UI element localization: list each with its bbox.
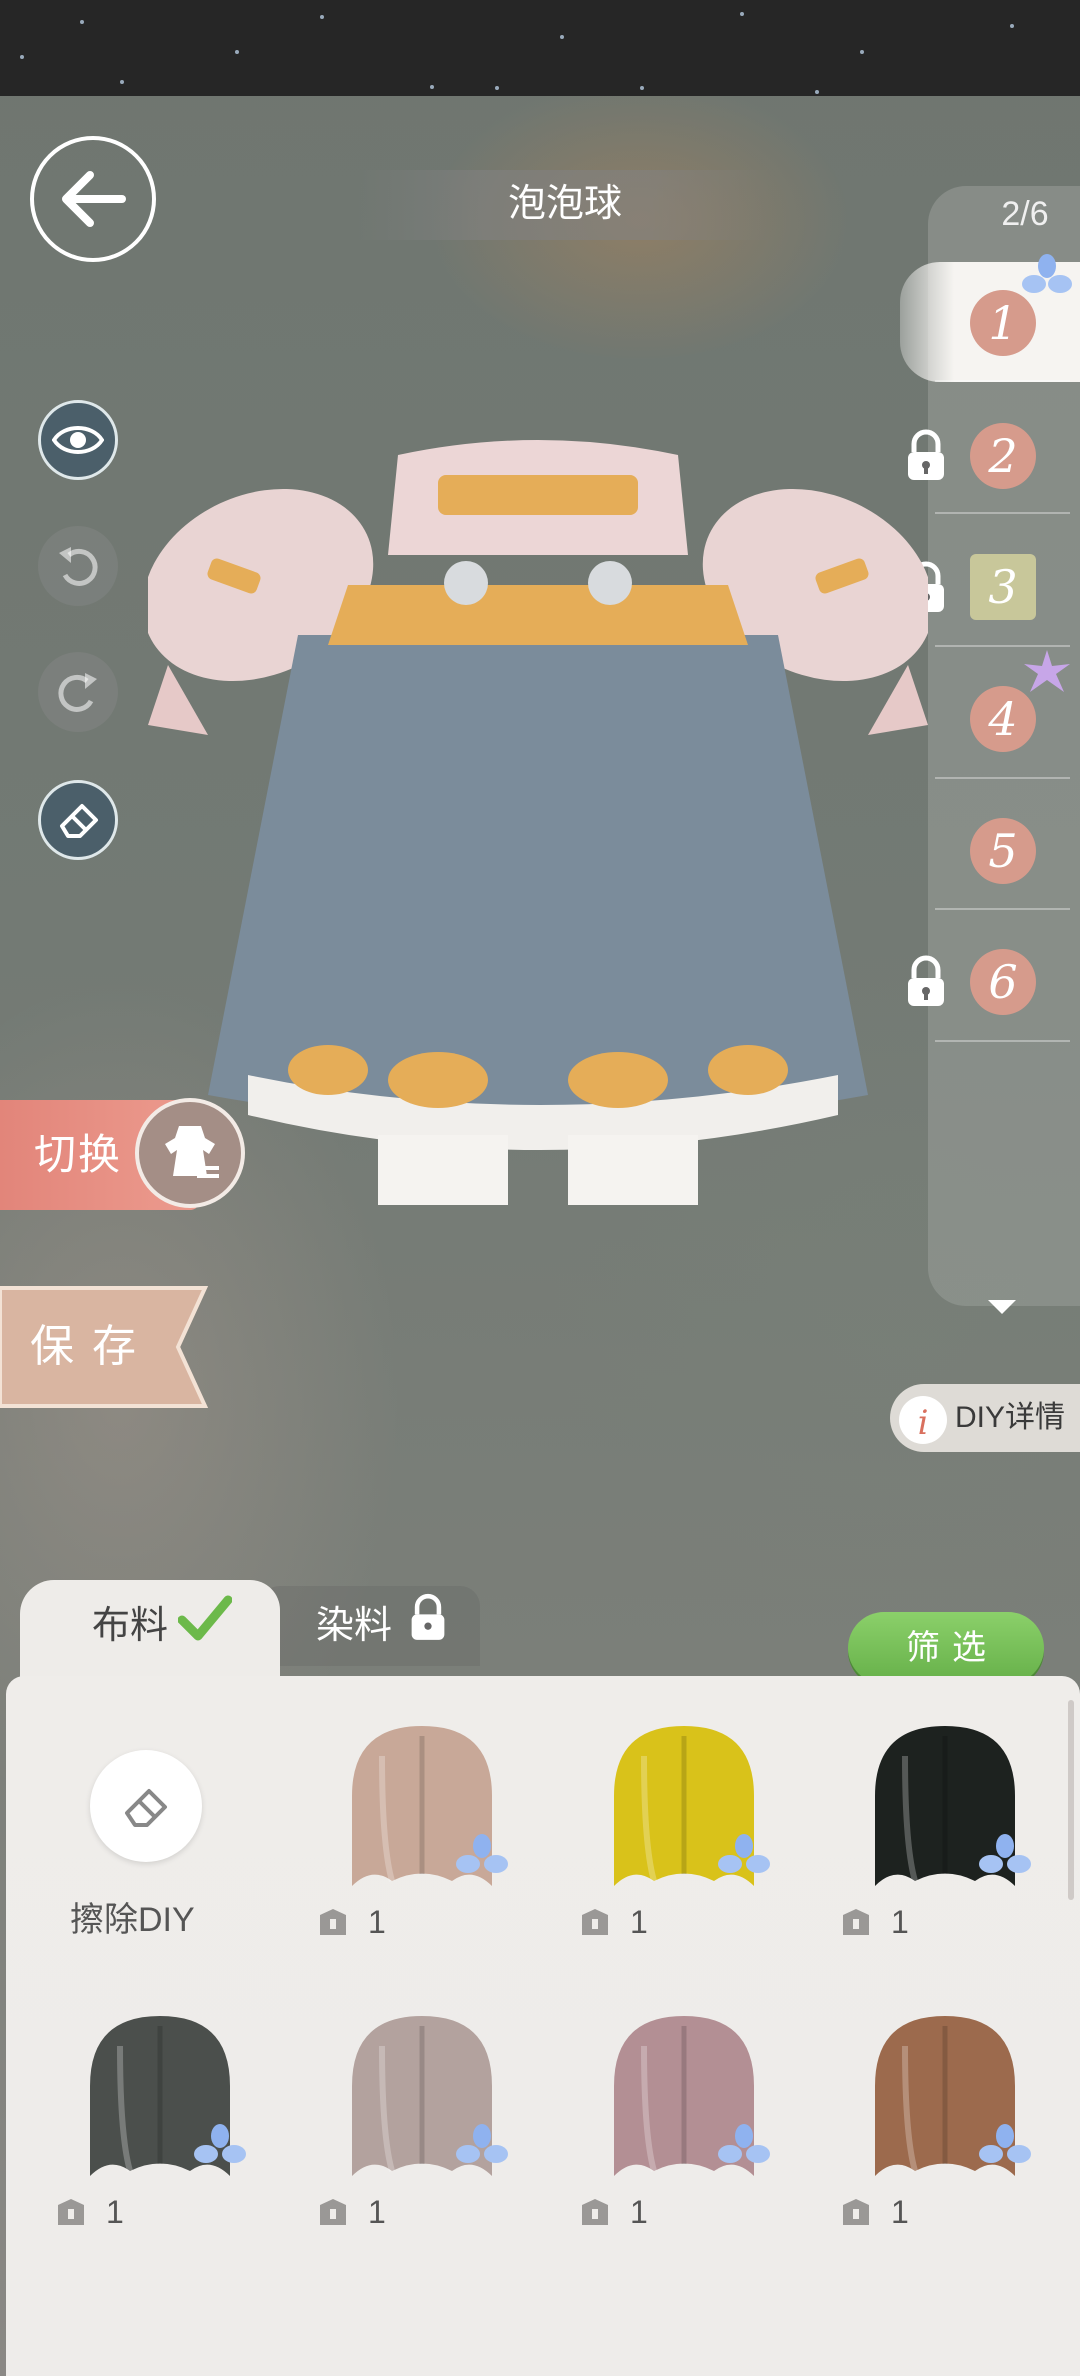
material-item[interactable]: 1	[825, 2000, 1065, 2230]
material-item[interactable]: 1	[302, 2000, 542, 2230]
erase-diy-button[interactable]	[90, 1750, 202, 1862]
material-item[interactable]: 1	[825, 1710, 1065, 1940]
fabric-swatch	[875, 2016, 1031, 2176]
checkmark-icon	[178, 1595, 232, 1641]
fabric-swatch	[614, 2016, 770, 2176]
lock-icon	[411, 1593, 445, 1640]
material-item[interactable]: 1	[564, 1710, 804, 1940]
undo-button[interactable]	[38, 526, 118, 606]
filter-button[interactable]: 筛选	[848, 1612, 1044, 1684]
box-icon	[843, 2199, 869, 2225]
quantity-label: 1	[368, 2193, 386, 2230]
quantity-row: 1	[292, 1900, 552, 1944]
eraser-icon	[125, 1789, 167, 1827]
slot-divider	[935, 512, 1070, 514]
tab-fabric-label: 布料	[92, 1605, 169, 1647]
box-icon	[320, 2199, 346, 2225]
slot-divider	[935, 908, 1070, 910]
slot-divider	[935, 1040, 1070, 1042]
outfit-preview[interactable]	[148, 435, 928, 1235]
slot-6-button[interactable]: 6	[970, 949, 1036, 1015]
quantity-row: 1	[554, 2190, 814, 2234]
quantity-row: 1	[554, 1900, 814, 1944]
quantity-row: 1	[815, 1900, 1075, 1944]
dress-switch-icon	[165, 1126, 219, 1178]
box-icon	[58, 2199, 84, 2225]
material-item[interactable]: 1	[302, 1710, 542, 1940]
slot-2-button[interactable]: 2	[970, 423, 1036, 489]
eraser-icon	[60, 804, 98, 838]
scroll-down-arrow-icon[interactable]	[986, 1298, 1018, 1316]
slot-5-button[interactable]: 5	[970, 818, 1036, 884]
slot-4-button[interactable]: 4	[970, 686, 1036, 752]
material-item[interactable]: 1	[40, 2000, 280, 2230]
slot-3-button[interactable]: 3	[970, 554, 1036, 620]
fabric-swatch	[352, 1726, 508, 1886]
diy-detail-label: DIY详情	[955, 1401, 1066, 1434]
slot-divider	[935, 645, 1070, 647]
slot-divider	[935, 777, 1070, 779]
scrollbar[interactable]	[1068, 1700, 1074, 1900]
quantity-row: 1	[292, 2190, 552, 2234]
slot-counter: 2/6	[1001, 195, 1049, 233]
switch-outfit-button[interactable]	[135, 1098, 245, 1208]
blue-flower-icon	[1022, 254, 1072, 293]
save-label: 保存	[30, 1322, 154, 1371]
slot-divider	[935, 380, 1070, 382]
quantity-label: 1	[106, 2193, 124, 2230]
quantity-label: 1	[630, 1903, 648, 1940]
quantity-label: 1	[891, 1903, 909, 1940]
box-icon	[843, 1909, 869, 1935]
info-icon: i	[899, 1396, 947, 1444]
tab-dye-label: 染料	[316, 1605, 393, 1647]
fabric-swatch	[614, 1726, 770, 1886]
erase-diy-label: 擦除DIY	[70, 1901, 195, 1939]
page-title: 泡泡球	[507, 183, 622, 225]
fabric-swatch	[352, 2016, 508, 2176]
quantity-label: 1	[630, 2193, 648, 2230]
quantity-row: 1	[30, 2190, 290, 2234]
purple-flower-icon	[1024, 650, 1070, 692]
box-icon	[582, 2199, 608, 2225]
eye-toggle-button[interactable]	[38, 400, 118, 480]
slot-1-button[interactable]: 1	[970, 290, 1036, 356]
box-icon	[320, 1909, 346, 1935]
fabric-swatch	[875, 1726, 1031, 1886]
eye-icon	[52, 426, 104, 454]
undo-icon	[59, 547, 98, 586]
redo-button[interactable]	[38, 652, 118, 732]
top-status-bar	[0, 0, 1080, 96]
quantity-label: 1	[368, 1903, 386, 1940]
svg-text:i: i	[918, 1403, 929, 1443]
material-item[interactable]: 1	[564, 2000, 804, 2230]
fabric-swatch	[90, 2016, 246, 2176]
back-arrow-icon	[62, 171, 126, 227]
back-button[interactable]	[30, 136, 156, 262]
redo-icon	[58, 673, 97, 712]
eraser-button[interactable]	[38, 780, 118, 860]
quantity-row: 1	[815, 2190, 1075, 2234]
box-icon	[582, 1909, 608, 1935]
quantity-label: 1	[891, 2193, 909, 2230]
